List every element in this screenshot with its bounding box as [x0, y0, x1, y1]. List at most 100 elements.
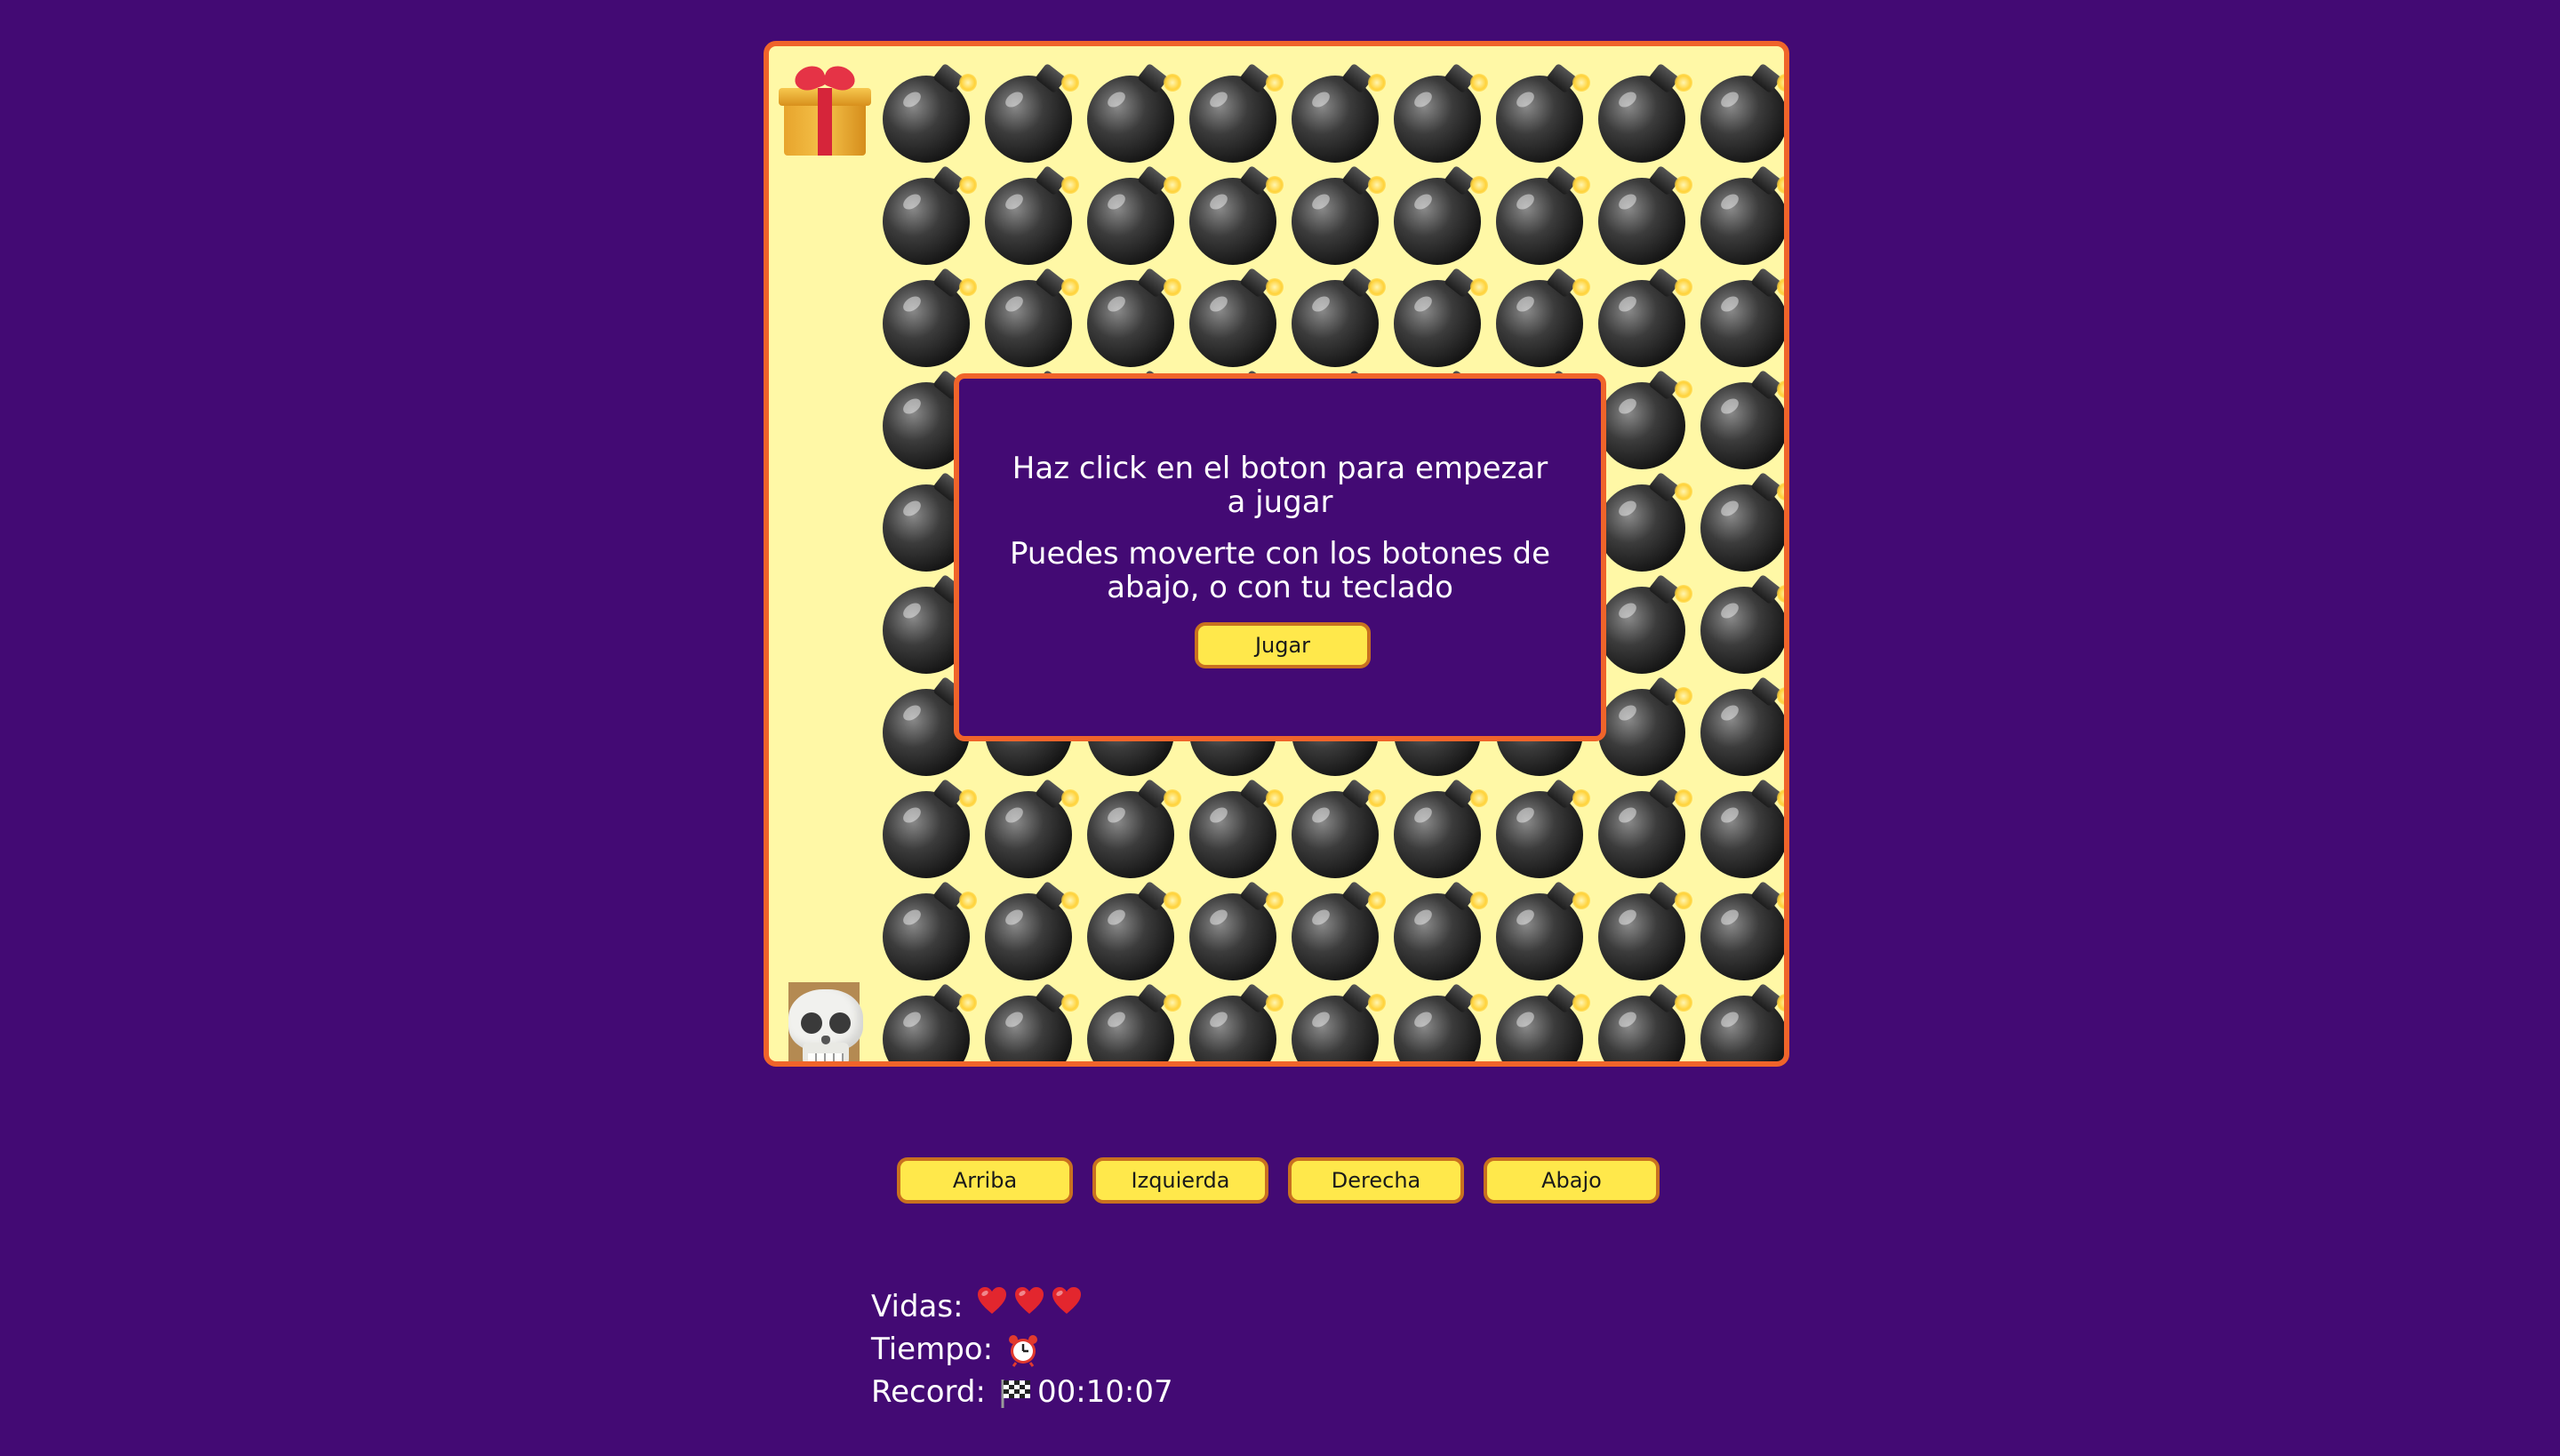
board-cell-bomb — [1592, 263, 1694, 367]
board-cell-bomb — [1490, 161, 1592, 265]
bomb-icon — [1700, 982, 1784, 1061]
board-cell-bomb — [1183, 59, 1285, 163]
play-button[interactable]: Jugar — [1195, 622, 1371, 668]
board-cell-bomb — [979, 774, 1081, 878]
board-cell-bomb — [1694, 263, 1784, 367]
bomb-icon — [1086, 982, 1181, 1061]
board-cell-bomb — [1592, 774, 1694, 878]
board-cell-bomb — [1081, 876, 1183, 980]
bomb-icon — [1188, 778, 1284, 878]
board-cell-bomb — [1285, 774, 1388, 878]
bomb-icon — [1393, 880, 1488, 980]
instructions-start-text: Haz click en el boton para empezar a jug… — [1012, 451, 1548, 520]
board-cell-bomb — [1592, 979, 1694, 1061]
board-cell-bomb — [1592, 161, 1694, 265]
record-value: 00:10:07 — [1036, 1374, 1173, 1410]
bomb-icon — [1393, 267, 1488, 367]
left-button[interactable]: Izquierda — [1092, 1157, 1268, 1204]
bomb-icon — [882, 880, 977, 980]
bomb-icon — [1086, 778, 1181, 878]
board-cell-bomb — [1490, 876, 1592, 980]
bomb-icon — [1495, 62, 1590, 163]
board-cell-bomb — [1694, 672, 1784, 776]
gift-icon — [778, 61, 873, 157]
board-cell-bomb — [1388, 161, 1490, 265]
bomb-icon — [1495, 267, 1590, 367]
board-cell-goal — [774, 59, 876, 161]
board-cell-bomb — [1592, 570, 1694, 674]
board-cell-bomb — [1592, 468, 1694, 572]
board-cell-bomb — [1388, 876, 1490, 980]
time-row: Tiempo: — [871, 1328, 1173, 1371]
board-cell-empty — [774, 468, 876, 570]
board-cell-bomb — [1285, 979, 1388, 1061]
bomb-icon — [1393, 164, 1488, 265]
bomb-icon — [1700, 471, 1784, 572]
board-cell-bomb — [876, 59, 979, 163]
bomb-icon — [1086, 62, 1181, 163]
board-cell-bomb — [1285, 59, 1388, 163]
board-cell-bomb — [979, 263, 1081, 367]
bomb-icon — [1700, 676, 1784, 776]
bomb-icon — [1700, 62, 1784, 163]
bomb-icon — [1597, 778, 1692, 878]
board-cell-bomb — [1183, 263, 1285, 367]
board-cell-bomb — [1694, 59, 1784, 163]
bomb-icon — [1495, 880, 1590, 980]
board-cell-bomb — [1081, 979, 1183, 1061]
bomb-icon — [1700, 164, 1784, 265]
board-cell-bomb — [1081, 59, 1183, 163]
board-cell-bomb — [1285, 876, 1388, 980]
bomb-icon — [882, 267, 977, 367]
board-cell-bomb — [1592, 672, 1694, 776]
bomb-icon — [1291, 778, 1386, 878]
bomb-icon — [1597, 676, 1692, 776]
board-cell-bomb — [1183, 161, 1285, 265]
board-cell-bomb — [979, 161, 1081, 265]
bomb-icon — [882, 982, 977, 1061]
bomb-icon — [1597, 471, 1692, 572]
right-button[interactable]: Derecha — [1288, 1157, 1464, 1204]
bomb-icon — [1188, 164, 1284, 265]
board-cell-bomb — [1592, 876, 1694, 980]
bomb-icon — [1291, 62, 1386, 163]
board-cell-empty — [774, 263, 876, 365]
movement-controls: Arriba Izquierda Derecha Abajo — [897, 1157, 1660, 1204]
board-cell-empty — [774, 774, 876, 876]
down-button[interactable]: Abajo — [1484, 1157, 1660, 1204]
board-cell-empty — [774, 161, 876, 263]
bomb-icon — [984, 164, 1079, 265]
board-cell-bomb — [1490, 263, 1592, 367]
up-button[interactable]: Arriba — [897, 1157, 1073, 1204]
bomb-icon — [1393, 778, 1488, 878]
bomb-icon — [1597, 573, 1692, 674]
board-cell-bomb — [1285, 161, 1388, 265]
bomb-icon — [1495, 164, 1590, 265]
bomb-icon — [1291, 880, 1386, 980]
board-cell-bomb — [1183, 876, 1285, 980]
time-label: Tiempo: — [871, 1332, 994, 1367]
lives-label: Vidas: — [871, 1289, 964, 1324]
board-cell-bomb — [876, 876, 979, 980]
board-cell-bomb — [1388, 59, 1490, 163]
bomb-icon — [1597, 267, 1692, 367]
bomb-icon — [1700, 778, 1784, 878]
board-cell-empty — [774, 672, 876, 774]
bomb-icon — [1291, 164, 1386, 265]
record-label: Record: — [871, 1374, 986, 1410]
board-cell-bomb — [1694, 161, 1784, 265]
board-cell-empty — [774, 876, 876, 979]
bomb-icon — [984, 880, 1079, 980]
record-row: Record: 00:10:07 — [871, 1371, 1173, 1413]
skull-icon — [781, 986, 870, 1061]
heart-icon — [1051, 1285, 1083, 1317]
board-cell-bomb — [1694, 570, 1784, 674]
game-stats: Vidas: Tiempo: Record: 00:10:07 — [871, 1285, 1173, 1413]
lives-hearts — [976, 1285, 1088, 1329]
instructions-move-text: Puedes moverte con los botones de abajo,… — [1009, 536, 1550, 605]
bomb-icon — [1597, 62, 1692, 163]
board-cell-bomb — [1081, 263, 1183, 367]
board-cell-bomb — [979, 59, 1081, 163]
board-cell-player — [774, 979, 876, 1061]
bomb-icon — [882, 778, 977, 878]
